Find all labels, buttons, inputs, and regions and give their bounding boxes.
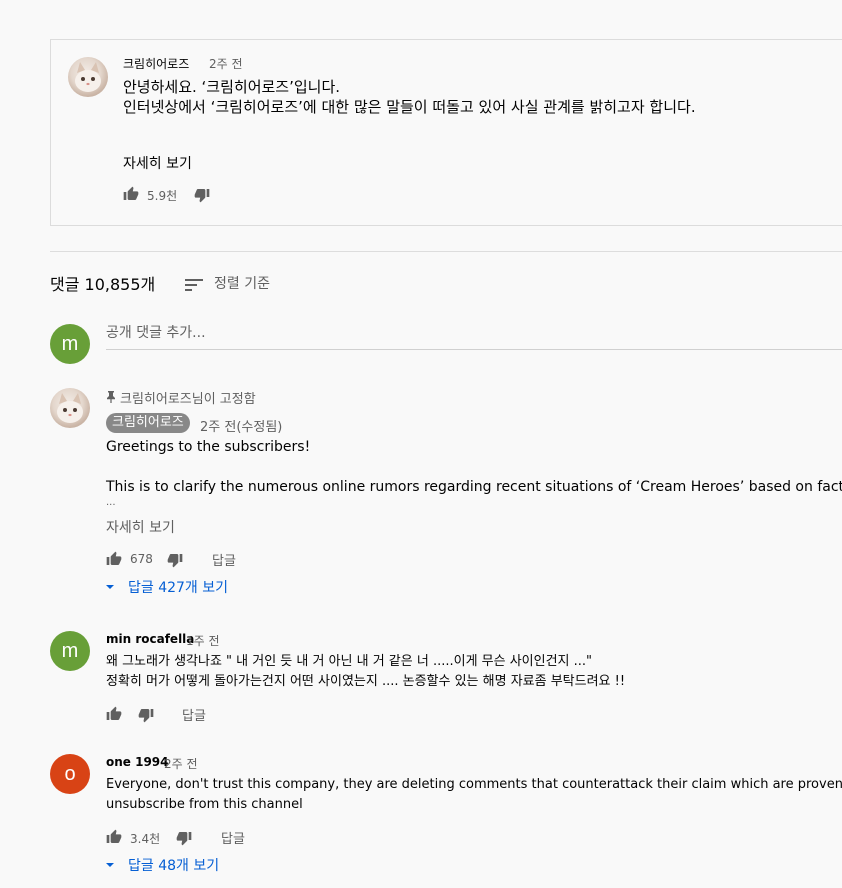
comment-author[interactable]: one 1994 [106, 755, 169, 769]
channel-owner-badge[interactable]: 크림히어로즈 [106, 413, 190, 433]
dislike-icon[interactable] [138, 707, 154, 723]
post-author[interactable]: 크림히어로즈 [123, 55, 189, 72]
comment-count: 댓글 10,855개 [50, 275, 156, 294]
like-icon[interactable] [106, 551, 122, 567]
comment-input-underline [106, 349, 842, 350]
view-replies-button[interactable]: 답글 427개 보기 [128, 577, 228, 597]
comment-text-line1: Greetings to the subscribers! [106, 439, 311, 455]
dislike-icon[interactable] [194, 187, 210, 203]
cat-avatar-icon [57, 393, 83, 423]
comment-time[interactable]: 2주 전 [164, 755, 198, 772]
post-like-count: 5.9천 [147, 189, 178, 203]
comment-input[interactable]: 공개 댓글 추가... [106, 323, 842, 343]
sort-icon[interactable] [184, 277, 204, 293]
comment-time[interactable]: 2주 전(수정됨) [200, 416, 282, 435]
cat-avatar-icon [75, 62, 101, 92]
like-count: 678 [130, 552, 153, 566]
chevron-down-icon[interactable] [105, 583, 115, 591]
post-text-line1: 안녕하세요. ‘크림히어로즈’입니다. [123, 78, 341, 96]
comment-avatar[interactable]: m [50, 631, 90, 671]
like-icon[interactable] [106, 706, 122, 722]
like-icon[interactable] [123, 186, 139, 202]
reply-button[interactable]: 답글 [221, 828, 245, 847]
pin-icon [107, 391, 115, 403]
post-time[interactable]: 2주 전 [209, 55, 243, 72]
dislike-icon[interactable] [167, 552, 183, 568]
section-divider [50, 251, 842, 252]
channel-avatar[interactable] [68, 57, 108, 97]
comment-read-more[interactable]: 자세히 보기 [106, 518, 175, 538]
comment-avatar[interactable] [50, 388, 90, 428]
comment-avatar[interactable]: o [50, 754, 90, 794]
chevron-down-icon[interactable] [105, 861, 115, 869]
comment-text-line2: This is to clarify the numerous online r… [106, 479, 842, 495]
comment-text-line1: Everyone, don't trust this company, they… [106, 777, 842, 792]
comment-ellipsis: ... [106, 497, 116, 508]
comment-text-line2: unsubscribe from this channel [106, 797, 303, 812]
sort-button[interactable]: 정렬 기준 [214, 274, 270, 294]
comment-time[interactable]: 1주 전 [186, 632, 220, 649]
like-count: 3.4천 [130, 832, 161, 846]
post-text-line2: 인터넷상에서 ‘크림히어로즈’에 대한 많은 말들이 떠돌고 있어 사실 관계를… [123, 98, 696, 116]
comment-text-line1: 왜 그노래가 생각나죠 " 내 거인 듯 내 거 아닌 내 거 같은 너 ...… [106, 654, 593, 669]
comment-author[interactable]: min rocafella [106, 632, 194, 646]
dislike-icon[interactable] [176, 830, 192, 846]
reply-button[interactable]: 답글 [212, 550, 236, 569]
post-read-more[interactable]: 자세히 보기 [123, 154, 192, 174]
like-icon[interactable] [106, 829, 122, 845]
comment-text-line2: 정확히 머가 어떻게 돌아가는건지 어떤 사이였는지 .... 논증할수 있는 … [106, 674, 626, 689]
pinned-label: 크림히어로즈님이 고정함 [120, 392, 256, 407]
community-post-card: 크림히어로즈 2주 전 안녕하세요. ‘크림히어로즈’입니다. 인터넷상에서 ‘… [50, 39, 842, 226]
current-user-avatar: m [50, 324, 90, 364]
reply-button[interactable]: 답글 [182, 705, 206, 724]
view-replies-button[interactable]: 답글 48개 보기 [128, 855, 219, 875]
